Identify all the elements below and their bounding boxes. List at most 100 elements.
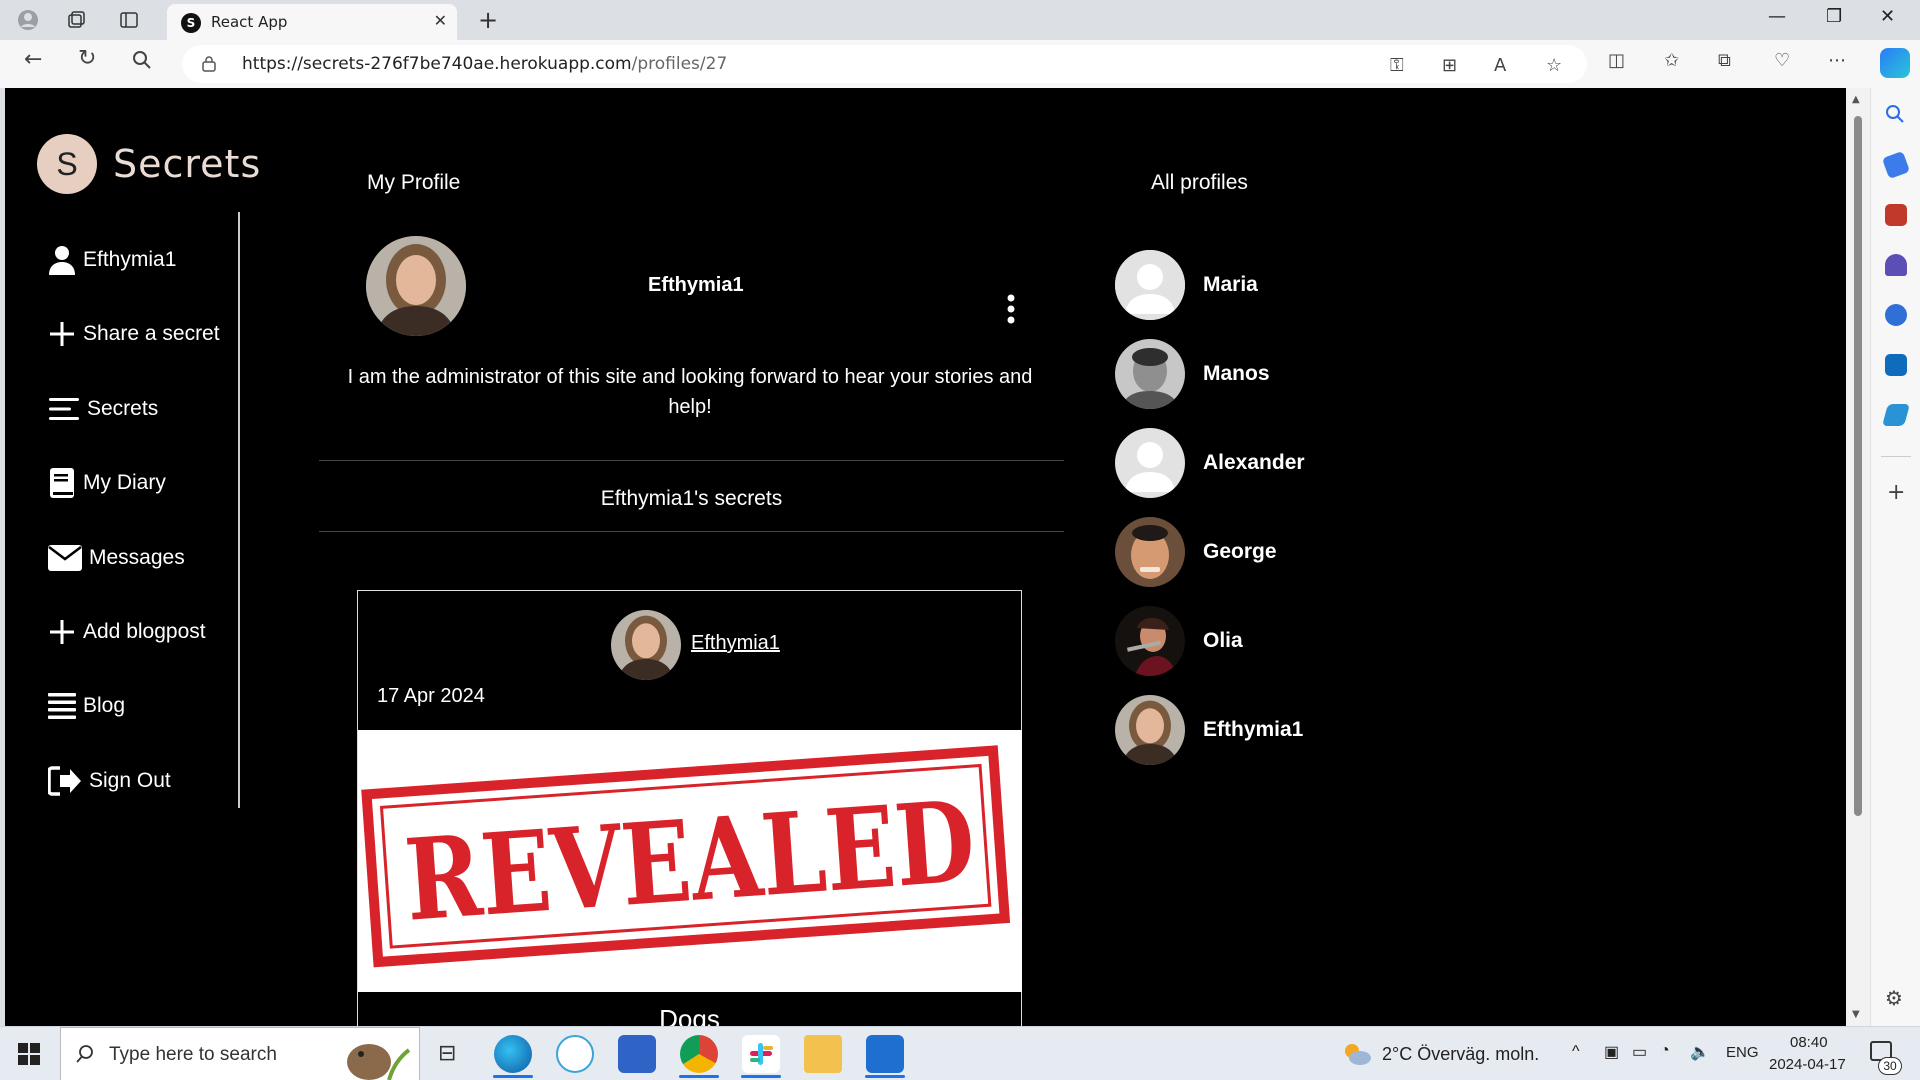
card-author-link[interactable]: Efthymia1 (691, 632, 780, 655)
tools-icon[interactable] (1885, 204, 1907, 226)
shopping-tag-icon[interactable] (1881, 150, 1911, 180)
password-key-icon[interactable]: ⚿ (1390, 55, 1404, 76)
active-indicator (493, 1075, 533, 1078)
scroll-up-icon[interactable]: ▲ (1852, 94, 1860, 105)
minimize-icon[interactable]: — (1768, 6, 1786, 27)
profile-list-name: Manos (1203, 362, 1270, 385)
windows-start-icon[interactable] (18, 1043, 40, 1069)
new-tab-icon[interactable]: + (478, 6, 498, 34)
refresh-icon[interactable]: ↻ (78, 46, 96, 71)
separator (319, 460, 1064, 461)
scroll-down-icon[interactable]: ▼ (1852, 1009, 1860, 1020)
sidebar-item-label: Sign Out (89, 769, 171, 792)
profile-icon[interactable] (14, 6, 42, 34)
more-menu-icon[interactable]: ⋯ (1828, 50, 1846, 71)
url-text: https://secrets-276f7be740ae.herokuapp.c… (242, 54, 728, 74)
taskbar-search-icon (75, 1044, 95, 1068)
browser-tab[interactable]: S React App ✕ (167, 4, 457, 40)
default-avatar-icon (1115, 250, 1185, 320)
send-icon[interactable] (1882, 404, 1910, 426)
avatar (1115, 606, 1185, 676)
profile-bio: I am the administrator of this site and … (347, 366, 1033, 418)
scroll-thumb[interactable] (1854, 116, 1862, 816)
settings-gear-icon[interactable]: ⚙ (1885, 986, 1903, 1010)
task-view-icon[interactable]: ⊟ (438, 1041, 456, 1066)
meet-now-icon[interactable]: ▣ (1604, 1042, 1619, 1062)
app-available-icon[interactable]: ⊞ (1442, 55, 1457, 76)
slack-icon[interactable] (742, 1035, 780, 1073)
active-indicator (865, 1075, 905, 1078)
search-icon[interactable] (132, 50, 152, 75)
profile-list-item[interactable]: Efthymia1 (1115, 695, 1303, 765)
microsoft365-icon[interactable] (1885, 304, 1907, 326)
url-field[interactable]: https://secrets-276f7be740ae.herokuapp.c… (182, 45, 1587, 83)
favorites-icon[interactable]: ✩ (1664, 50, 1679, 71)
plus-icon (47, 617, 77, 647)
tab-close-icon[interactable]: ✕ (434, 11, 447, 30)
card-author-avatar[interactable] (611, 610, 681, 680)
profile-list-item[interactable]: Olia (1115, 606, 1243, 676)
vertical-tabs-icon[interactable] (115, 6, 143, 34)
logo-text[interactable]: Secrets (113, 142, 261, 186)
wifi-icon[interactable]: ◔ (1660, 1042, 1670, 1060)
sidebar-item-secrets[interactable]: Secrets (47, 389, 158, 429)
logo-avatar[interactable]: S (37, 134, 97, 194)
sidebar-item-share-secret[interactable]: Share a secret (47, 314, 220, 354)
split-screen-icon[interactable]: ◫ (1608, 50, 1625, 71)
profile-avatar[interactable] (366, 236, 466, 336)
store-icon[interactable] (618, 1035, 656, 1073)
read-aloud-icon[interactable]: A (1494, 55, 1506, 76)
avatar (1115, 517, 1185, 587)
tray-chevron-icon[interactable]: ^ (1572, 1043, 1580, 1061)
outlook-icon[interactable] (1885, 354, 1907, 376)
remote-app-icon[interactable] (866, 1035, 904, 1073)
snipping-tool-icon[interactable] (556, 1035, 594, 1073)
profile-list-item[interactable]: Maria (1115, 250, 1258, 320)
sidebar-item-blog[interactable]: Blog (47, 686, 125, 726)
active-indicator (741, 1075, 781, 1078)
kebab-menu-icon[interactable] (1005, 294, 1017, 324)
browser-tab-bar: S React App ✕ + — ❐ ✕ (0, 0, 1920, 40)
workspaces-icon[interactable] (62, 6, 90, 34)
sidebar-item-messages[interactable]: Messages (47, 538, 185, 578)
close-window-icon[interactable]: ✕ (1880, 6, 1895, 27)
weather-icon[interactable] (1342, 1041, 1372, 1067)
lock-icon[interactable] (202, 55, 216, 72)
clock-time[interactable]: 08:40 (1790, 1034, 1828, 1051)
profile-name: Efthymia1 (648, 274, 744, 296)
back-icon[interactable]: ← (24, 47, 42, 72)
collections-icon[interactable]: ⧉ (1718, 50, 1731, 71)
sidebar-divider (238, 212, 240, 808)
copilot-icon[interactable] (1880, 48, 1910, 78)
games-icon[interactable] (1885, 254, 1907, 276)
page-scrollbar[interactable]: ▲ ▼ (1846, 88, 1870, 1026)
edge-sidebar: + ⚙ (1870, 88, 1920, 1026)
restore-icon[interactable]: ❐ (1826, 6, 1842, 27)
profile-list-item[interactable]: Alexander (1115, 428, 1305, 498)
search-highlight-illustration (329, 1032, 415, 1080)
favorite-star-icon[interactable]: ☆ (1546, 55, 1562, 76)
sidebar-item-sign-out[interactable]: Sign Out (47, 761, 171, 801)
sidebar-search-icon[interactable] (1885, 104, 1905, 128)
sidebar-item-add-blogpost[interactable]: Add blogpost (47, 612, 206, 652)
book-icon (47, 468, 77, 498)
sidebar-item-profile[interactable]: Efthymia1 (47, 240, 176, 280)
profile-list-name: Efthymia1 (1203, 718, 1304, 741)
sidebar-item-my-diary[interactable]: My Diary (47, 463, 166, 503)
all-profiles-title: All profiles (1151, 171, 1248, 194)
browser-essentials-icon[interactable]: ♡ (1774, 50, 1790, 71)
my-profile-title: My Profile (367, 171, 461, 194)
taskbar-search-input[interactable]: Type here to search (60, 1027, 420, 1080)
weather-text[interactable]: 2°C Överväg. moln. (1382, 1044, 1539, 1065)
add-sidebar-app-icon[interactable]: + (1887, 480, 1905, 505)
clock-date[interactable]: 2024-04-17 (1769, 1056, 1846, 1073)
file-explorer-icon[interactable] (804, 1035, 842, 1073)
chrome-icon[interactable] (680, 1035, 718, 1073)
edge-taskbar-icon[interactable] (494, 1035, 532, 1073)
sign-out-icon (47, 766, 83, 796)
battery-icon[interactable]: ▭ (1632, 1042, 1647, 1062)
language-indicator[interactable]: ENG (1726, 1044, 1759, 1061)
profile-list-item[interactable]: Manos (1115, 339, 1270, 409)
profile-list-item[interactable]: George (1115, 517, 1277, 587)
volume-icon[interactable]: 🔈 (1690, 1042, 1710, 1062)
